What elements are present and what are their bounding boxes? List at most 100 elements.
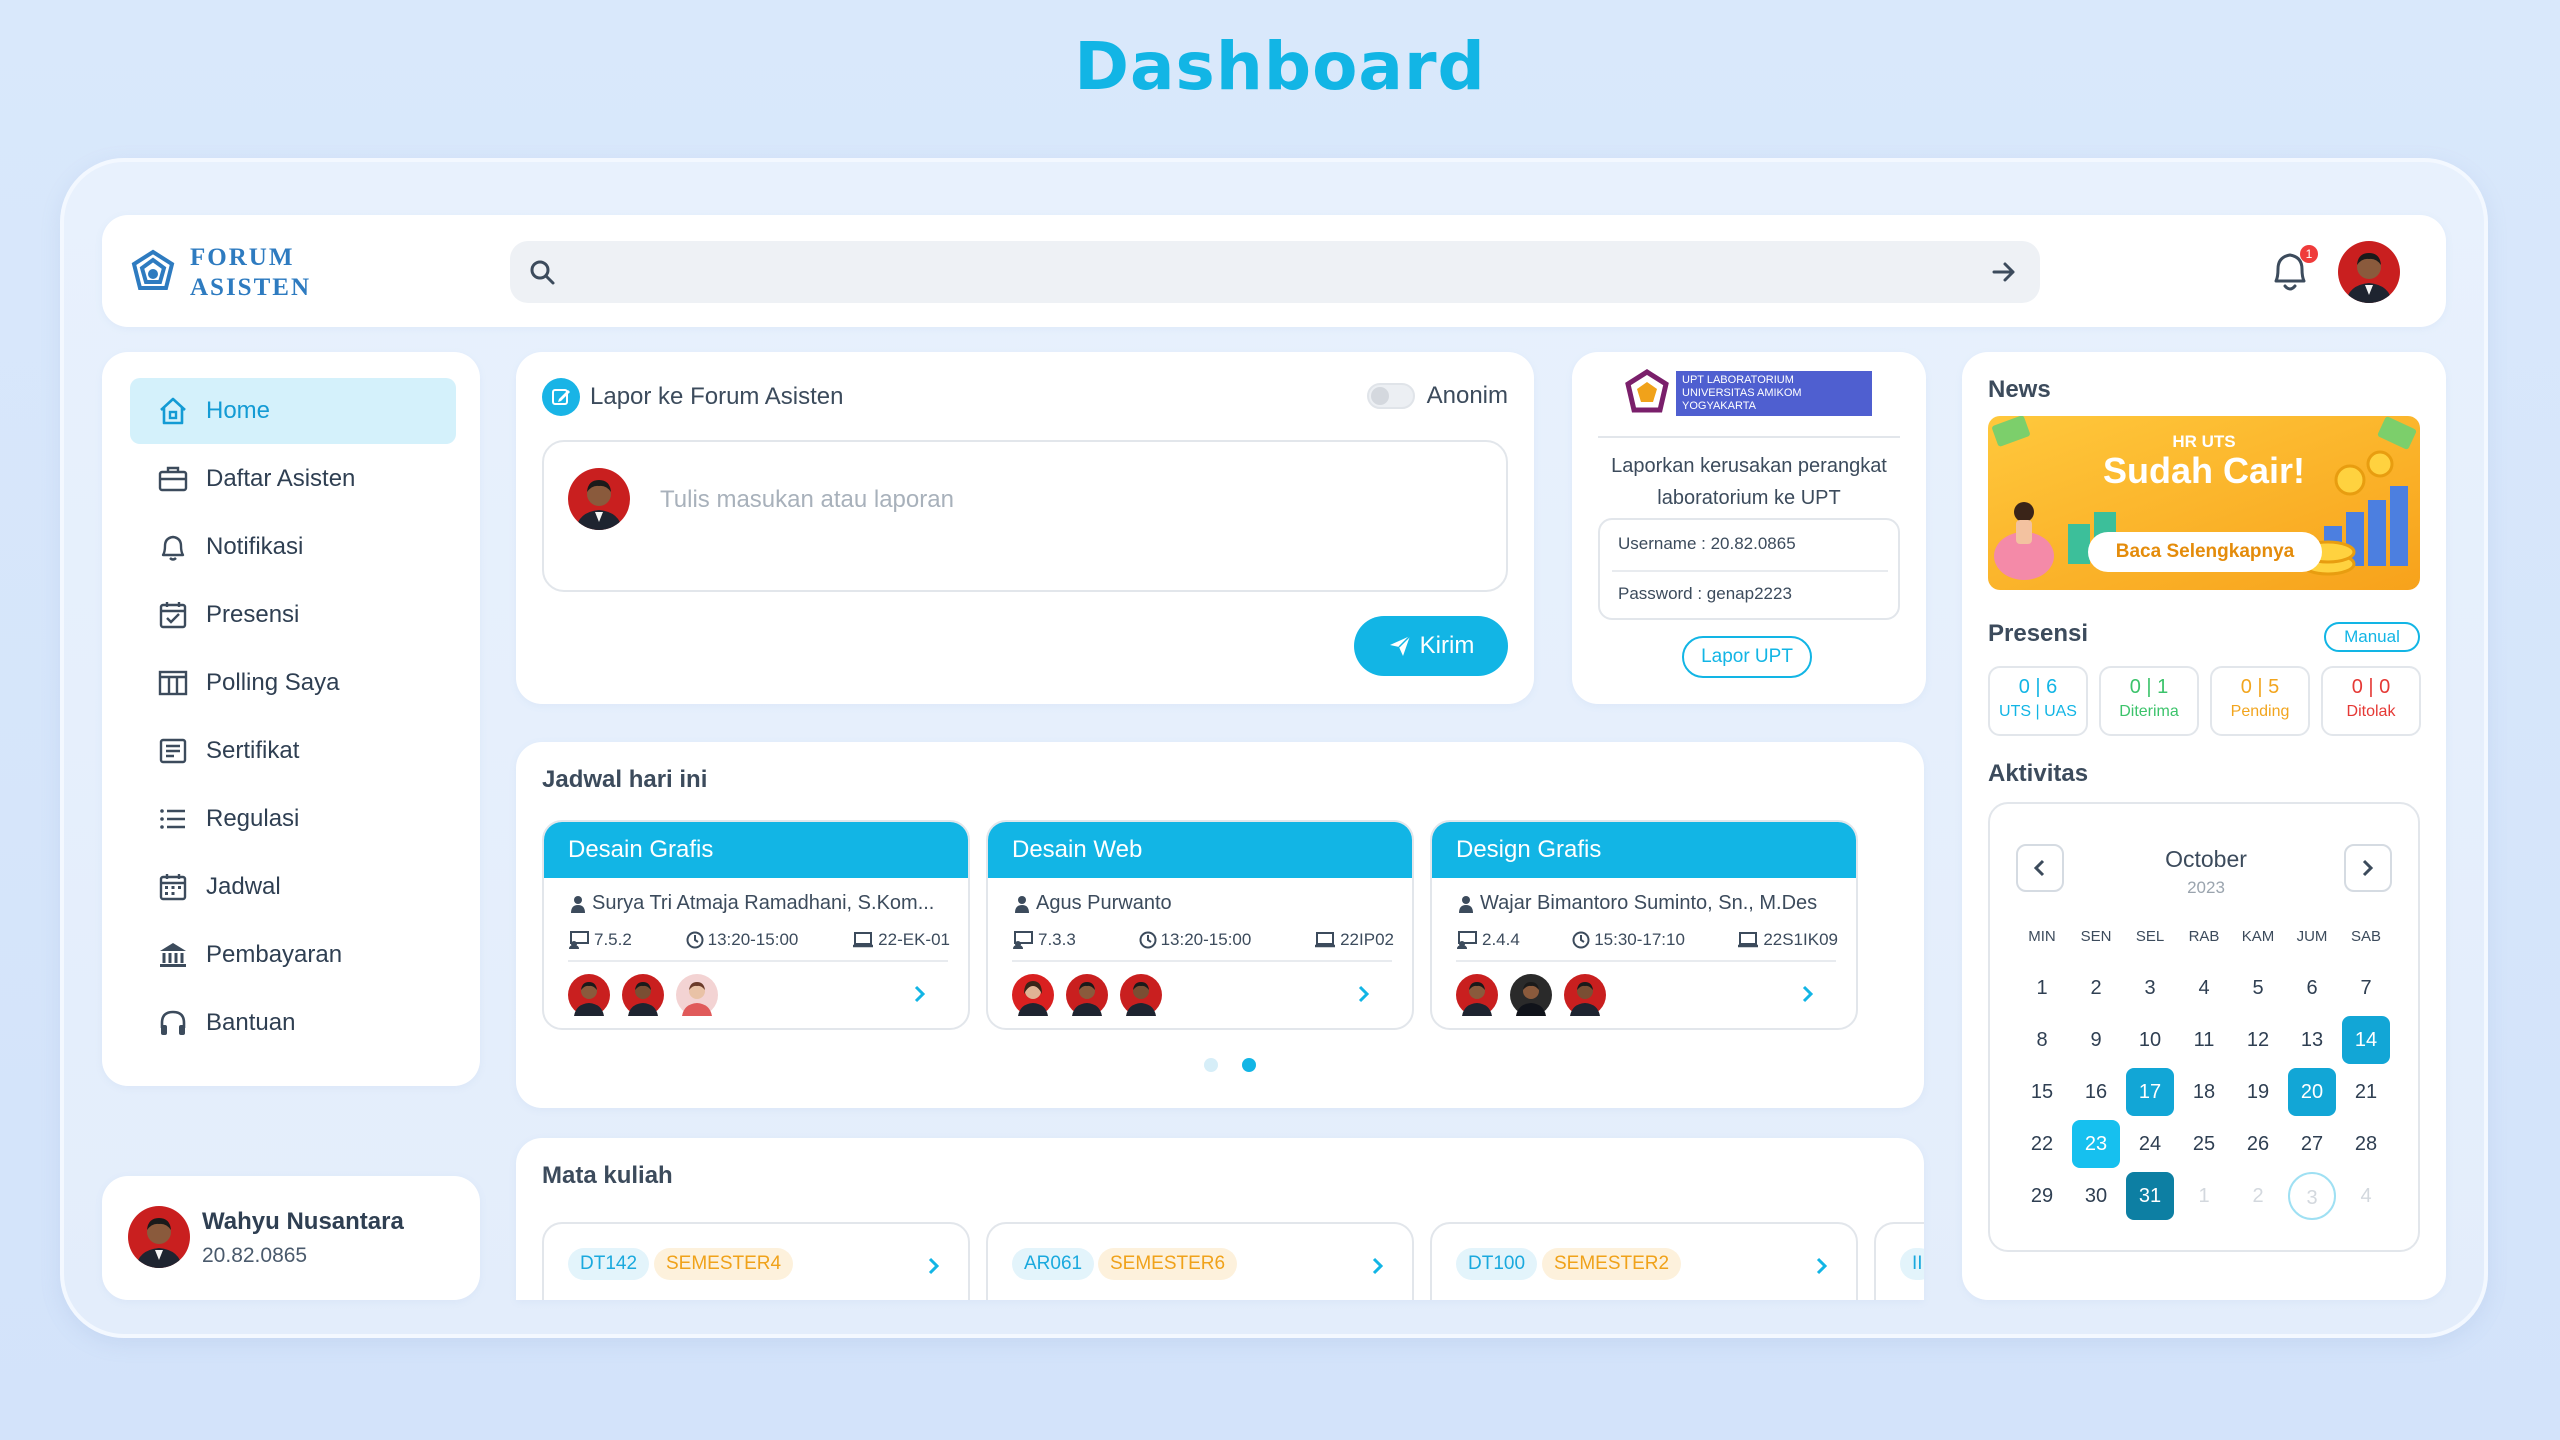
calendar-day[interactable]: 12: [2234, 1016, 2282, 1064]
sidebar-item-presensi[interactable]: Presensi: [130, 582, 456, 648]
chevron-right-icon[interactable]: [926, 1256, 942, 1276]
calendar-day[interactable]: 28: [2342, 1120, 2390, 1168]
chevron-right-icon[interactable]: [1814, 1256, 1830, 1276]
calendar-day[interactable]: 9: [2072, 1016, 2120, 1064]
app-logo[interactable]: FORUM ASISTEN: [126, 243, 311, 303]
sidebar-item-polling-saya[interactable]: Polling Saya: [130, 650, 456, 716]
read-more-button[interactable]: Baca Selengkapnya: [2088, 532, 2322, 572]
schedule-course: Design Grafis: [1432, 822, 1856, 878]
sidebar-item-home[interactable]: Home: [130, 378, 456, 444]
calendar-day[interactable]: 11: [2180, 1016, 2228, 1064]
courses-card: Mata kuliah DT142 SEMESTER4 AR061 SEMEST…: [516, 1138, 1924, 1300]
calendar-day[interactable]: 10: [2126, 1016, 2174, 1064]
search-bar[interactable]: [510, 241, 2040, 303]
schedule-item[interactable]: Desain Web Agus Purwanto 7.3.3 13:20-15:…: [986, 820, 1414, 1030]
carousel-dot[interactable]: [1204, 1058, 1218, 1072]
top-bar: FORUM ASISTEN 1: [102, 215, 2446, 327]
anonymous-toggle[interactable]: Anonim: [1366, 382, 1508, 410]
presensi-stat-label: Diterima: [2119, 703, 2179, 720]
avatar[interactable]: [2338, 241, 2400, 303]
calendar-day[interactable]: 2: [2234, 1172, 2282, 1220]
calendar-day[interactable]: 26: [2234, 1120, 2282, 1168]
user-profile-card[interactable]: Wahyu Nusantara 20.82.0865: [102, 1176, 480, 1300]
course-item[interactable]: AR061 SEMESTER6: [986, 1222, 1414, 1300]
calendar-day[interactable]: 5: [2234, 964, 2282, 1012]
sidebar-item-bantuan[interactable]: Bantuan: [130, 990, 456, 1056]
calendar-day[interactable]: 1: [2180, 1172, 2228, 1220]
report-placeholder: Tulis masukan atau laporan: [660, 486, 954, 513]
calendar-day[interactable]: 21: [2342, 1068, 2390, 1116]
calendar-day[interactable]: 4: [2342, 1172, 2390, 1220]
chevron-right-icon[interactable]: [1800, 984, 1816, 1004]
calendar-day[interactable]: 17: [2126, 1068, 2174, 1116]
report-textarea[interactable]: Tulis masukan atau laporan: [542, 440, 1508, 592]
calendar-day[interactable]: 16: [2072, 1068, 2120, 1116]
schedule-time: 13:20-15:00: [1160, 930, 1252, 949]
calendar-day[interactable]: 30: [2072, 1172, 2120, 1220]
sidebar: Home Daftar Asisten Notifikasi Presensi …: [102, 352, 480, 1086]
clock-icon: [1139, 931, 1157, 949]
calendar-day[interactable]: 20: [2288, 1068, 2336, 1116]
calendar-day[interactable]: 15: [2018, 1068, 2066, 1116]
sidebar-item-label: Presensi: [206, 601, 300, 628]
user-name: Wahyu Nusantara: [202, 1208, 404, 1235]
manual-button[interactable]: Manual: [2324, 622, 2420, 652]
sidebar-item-pembayaran[interactable]: Pembayaran: [130, 922, 456, 988]
news-banner[interactable]: HR UTS Sudah Cair! Baca Selengkapnya: [1988, 416, 2420, 590]
schedule-item[interactable]: Design Grafis Wajar Bimantoro Suminto, S…: [1430, 820, 1858, 1030]
presensi-stat: 0 | 0 Ditolak: [2321, 666, 2421, 736]
assistant-avatars: [1012, 974, 1174, 1016]
carousel-dot-active[interactable]: [1242, 1058, 1256, 1072]
calendar-day[interactable]: 27: [2288, 1120, 2336, 1168]
calendar-day[interactable]: 3: [2126, 964, 2174, 1012]
app-name-line2: ASISTEN: [190, 274, 311, 301]
calendar-day[interactable]: 7: [2342, 964, 2390, 1012]
course-item[interactable]: DT100 SEMESTER2: [1430, 1222, 1858, 1300]
calendar-day[interactable]: 4: [2180, 964, 2228, 1012]
sidebar-item-label: Notifikasi: [206, 533, 304, 560]
lapor-upt-button[interactable]: Lapor UPT: [1682, 636, 1812, 678]
upt-logo: UPT LABORATORIUM UNIVERSITAS AMIKOM YOGY…: [1622, 368, 1872, 418]
calendar-day[interactable]: 6: [2288, 964, 2336, 1012]
course-semester: SEMESTER4: [654, 1248, 794, 1280]
send-label: Kirim: [1419, 632, 1475, 659]
course-semester: SEMESTER6: [1098, 1248, 1238, 1280]
schedule-item[interactable]: Desain Grafis Surya Tri Atmaja Ramadhani…: [542, 820, 970, 1030]
search-input[interactable]: [570, 253, 1960, 291]
calendar-day[interactable]: 19: [2234, 1068, 2282, 1116]
arrow-right-icon[interactable]: [1990, 258, 2018, 286]
chevron-right-icon[interactable]: [912, 984, 928, 1004]
calendar-day[interactable]: 2: [2072, 964, 2120, 1012]
course-item[interactable]: DT142 SEMESTER4: [542, 1222, 970, 1300]
chevron-right-icon[interactable]: [1370, 1256, 1386, 1276]
calendar-day[interactable]: 25: [2180, 1120, 2228, 1168]
sidebar-item-regulasi[interactable]: Regulasi: [130, 786, 456, 852]
calendar-day[interactable]: 14: [2342, 1016, 2390, 1064]
presensi-stat-label: UTS | UAS: [1999, 703, 2077, 720]
calendar-day[interactable]: 22: [2018, 1120, 2066, 1168]
calendar-day[interactable]: 13: [2288, 1016, 2336, 1064]
calendar-day[interactable]: 18: [2180, 1068, 2228, 1116]
calendar-day[interactable]: 24: [2126, 1120, 2174, 1168]
calendar-day[interactable]: 23: [2072, 1120, 2120, 1168]
calendar-day[interactable]: 8: [2018, 1016, 2066, 1064]
calendar-day[interactable]: 29: [2018, 1172, 2066, 1220]
chevron-right-icon[interactable]: [1356, 984, 1372, 1004]
report-card: Lapor ke Forum Asisten Anonim Tulis masu…: [516, 352, 1534, 704]
headphones-icon: [160, 1010, 186, 1035]
sidebar-item-daftar-asisten[interactable]: Daftar Asisten: [130, 446, 456, 512]
presensi-stat: 0 | 1 Diterima: [2099, 666, 2199, 736]
user-icon: [1459, 895, 1473, 913]
calendar-day[interactable]: 1: [2018, 964, 2066, 1012]
sidebar-item-jadwal[interactable]: Jadwal: [130, 854, 456, 920]
sidebar-item-label: Sertifikat: [206, 737, 300, 764]
list-icon: [160, 809, 185, 829]
calendar-day[interactable]: 31: [2126, 1172, 2174, 1220]
sidebar-item-notifikasi[interactable]: Notifikasi: [130, 514, 456, 580]
calendar-day[interactable]: 3: [2288, 1172, 2336, 1220]
briefcase-icon: [158, 466, 188, 492]
course-item[interactable]: II: [1874, 1222, 1924, 1300]
sidebar-item-sertifikat[interactable]: Sertifikat: [130, 718, 456, 784]
toggle-switch[interactable]: [1366, 383, 1415, 409]
send-button[interactable]: Kirim: [1354, 616, 1508, 676]
